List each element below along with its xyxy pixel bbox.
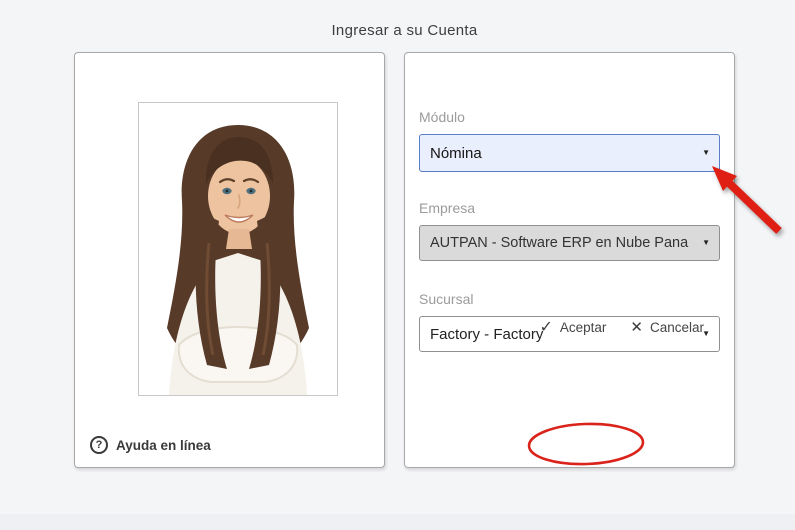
x-icon: ✕ <box>630 319 643 336</box>
photo-panel: ? Ayuda en línea <box>74 52 385 468</box>
help-link-label: Ayuda en línea <box>116 437 211 453</box>
modulo-select-value: Nómina <box>430 144 482 162</box>
sucursal-label: Sucursal <box>419 291 474 307</box>
question-circle-icon: ? <box>90 436 108 454</box>
caret-down-icon: ▼ <box>702 148 710 157</box>
check-icon: ✓ <box>539 319 553 336</box>
footer-strip <box>0 514 795 530</box>
page-title: Ingresar a su Cuenta <box>331 22 478 39</box>
accept-button[interactable]: ✓ Aceptar <box>539 317 606 337</box>
caret-down-icon: ▼ <box>702 238 710 247</box>
empresa-select-value: AUTPAN - Software ERP en Nube Pana <box>430 235 689 251</box>
empresa-label: Empresa <box>419 200 476 216</box>
cancel-button[interactable]: ✕ Cancelar <box>630 318 704 336</box>
user-portrait-image <box>139 103 337 395</box>
modulo-select[interactable]: Nómina ▼ <box>419 134 720 172</box>
form-area: Módulo Nómina ▼ Empresa AUTPAN - Softwar… <box>419 53 720 352</box>
help-link[interactable]: ? Ayuda en línea <box>90 436 211 454</box>
user-photo <box>138 102 338 396</box>
action-buttons: ✓ Aceptar ✕ Cancelar <box>539 317 704 337</box>
cancel-button-label: Cancelar <box>649 319 704 335</box>
accept-button-label: Aceptar <box>559 319 607 335</box>
sucursal-select-value: Factory - Factory <box>430 325 544 343</box>
login-form-panel: Módulo Nómina ▼ Empresa AUTPAN - Softwar… <box>404 52 735 468</box>
page-background: { "title": "Ingresar a su Cuenta", "form… <box>0 0 795 530</box>
modulo-label: Módulo <box>419 109 465 125</box>
empresa-select[interactable]: AUTPAN - Software ERP en Nube Pana ▼ <box>419 225 720 261</box>
